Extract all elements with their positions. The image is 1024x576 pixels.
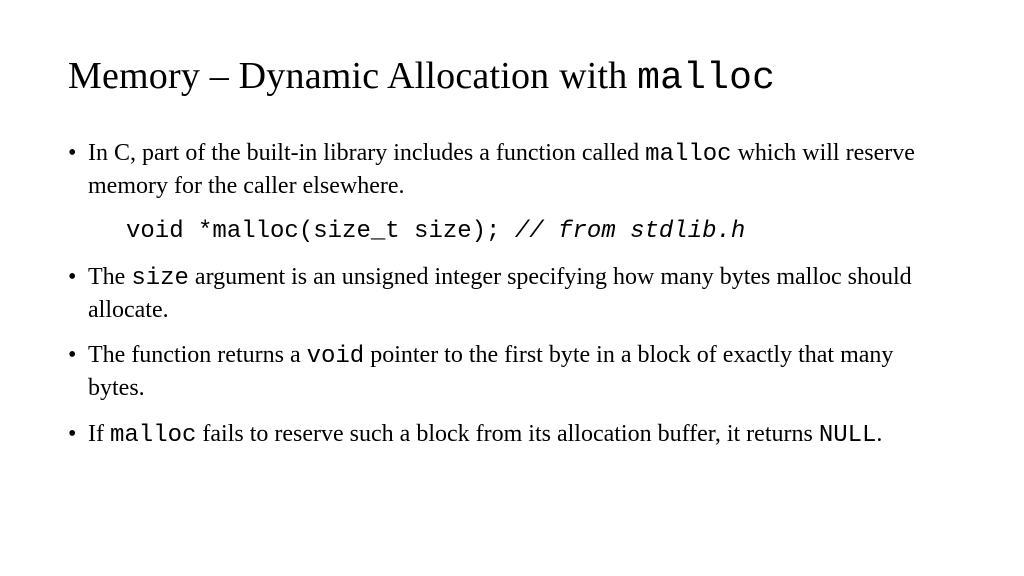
bullet-text: argument is an unsigned integer specifyi… bbox=[88, 264, 912, 323]
inline-code: void bbox=[307, 343, 365, 370]
title-text: Memory – Dynamic Allocation with bbox=[68, 55, 637, 97]
inline-code: malloc bbox=[110, 422, 196, 449]
inline-code: NULL bbox=[819, 422, 877, 449]
bullet-list: In C, part of the built-in library inclu… bbox=[68, 138, 956, 451]
bullet-item: If malloc fails to reserve such a block … bbox=[68, 419, 956, 452]
bullet-text: In C, part of the built-in library inclu… bbox=[88, 140, 645, 166]
bullet-text: The bbox=[88, 264, 131, 290]
bullet-text: The function returns a bbox=[88, 342, 307, 368]
bullet-item: The size argument is an unsigned integer… bbox=[68, 262, 956, 326]
bullet-text: If bbox=[88, 421, 110, 447]
code-signature: void *malloc(size_t size); // from stdli… bbox=[126, 216, 956, 248]
bullet-text: fails to reserve such a block from its a… bbox=[196, 421, 818, 447]
title-code: malloc bbox=[637, 57, 775, 100]
slide: Memory – Dynamic Allocation with malloc … bbox=[0, 0, 1024, 576]
slide-title: Memory – Dynamic Allocation with malloc bbox=[68, 54, 956, 100]
bullet-item: The function returns a void pointer to t… bbox=[68, 340, 956, 404]
bullet-item: In C, part of the built-in library inclu… bbox=[68, 138, 956, 202]
code-text: void *malloc(size_t size); bbox=[126, 218, 500, 245]
inline-code: malloc bbox=[645, 141, 731, 168]
bullet-text: . bbox=[876, 421, 882, 447]
code-comment: // from stdlib.h bbox=[515, 218, 745, 245]
code-gap bbox=[500, 218, 514, 245]
inline-code: size bbox=[131, 265, 189, 292]
